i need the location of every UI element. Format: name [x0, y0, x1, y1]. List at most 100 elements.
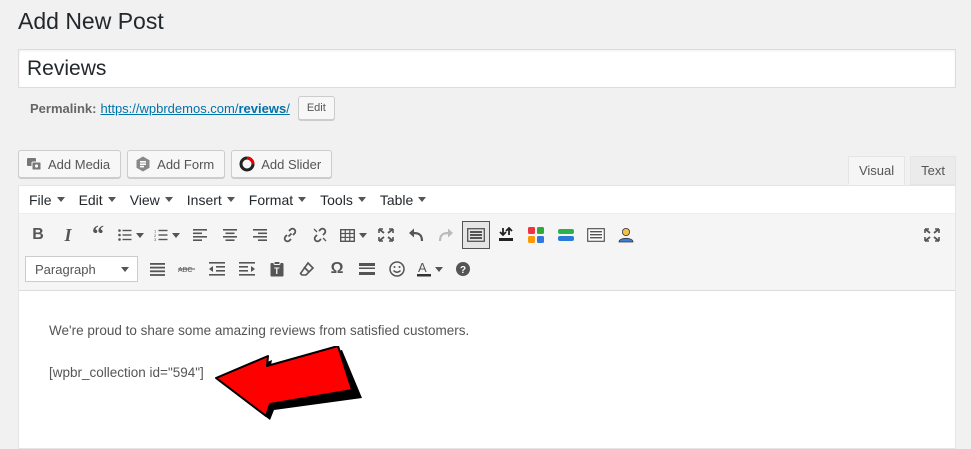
fullscreen-button[interactable]: [371, 220, 401, 250]
menu-format[interactable]: Format: [242, 192, 313, 208]
media-icon: [26, 156, 42, 172]
strikethrough-button[interactable]: ABC: [172, 254, 202, 284]
stacked-bars-button[interactable]: [551, 220, 581, 250]
form-icon: [135, 156, 151, 172]
content-shortcode: [wpbr_collection id="594"]: [49, 365, 204, 380]
remove-link-button[interactable]: [305, 220, 335, 250]
chevron-down-icon: [172, 232, 180, 238]
indent-button[interactable]: [232, 254, 262, 284]
clipboard-icon: T: [270, 261, 284, 277]
keyboard-shortcuts-button[interactable]: [352, 254, 382, 284]
align-right-button[interactable]: [245, 220, 275, 250]
user-button[interactable]: [611, 220, 641, 250]
editor-menubar: File Edit View Insert Format Tools Table: [19, 186, 955, 214]
chevron-down-icon: [107, 197, 116, 202]
add-form-label: Add Form: [157, 156, 215, 172]
omega-icon: Ω: [330, 260, 344, 277]
upload-download-icon: [499, 227, 513, 241]
code-block-icon: [359, 263, 375, 275]
clear-formatting-button[interactable]: [292, 254, 322, 284]
permalink-label: Permalink:: [30, 100, 97, 116]
outdent-button[interactable]: [202, 254, 232, 284]
svg-text:?: ?: [460, 265, 466, 276]
align-center-icon: [223, 229, 237, 241]
italic-button[interactable]: I: [53, 220, 83, 250]
link-icon: [283, 227, 297, 243]
blockquote-button[interactable]: “: [83, 220, 113, 250]
chevron-down-icon: [56, 197, 65, 202]
undo-icon: [409, 228, 424, 242]
keyboard-icon: [467, 228, 485, 242]
text-color-button[interactable]: A: [412, 254, 448, 284]
special-character-button[interactable]: Ω: [322, 254, 352, 284]
numbered-list-button[interactable]: 123: [149, 220, 185, 250]
bold-button[interactable]: B: [23, 220, 53, 250]
menu-view[interactable]: View: [123, 192, 180, 208]
align-left-button[interactable]: [185, 220, 215, 250]
menu-tools[interactable]: Tools: [313, 192, 373, 208]
toolbar-row-1: B I “ 123: [19, 218, 955, 252]
table-icon: [339, 228, 355, 242]
page-break-icon: [587, 228, 605, 242]
editor-tabs: Visual Text: [843, 156, 956, 185]
chevron-down-icon: [298, 197, 307, 202]
editor: File Edit View Insert Format Tools Table…: [18, 185, 956, 449]
post-title-input[interactable]: Reviews: [18, 49, 956, 88]
menu-table[interactable]: Table: [373, 192, 433, 208]
paste-as-text-button[interactable]: T: [262, 254, 292, 284]
add-form-button[interactable]: Add Form: [127, 150, 226, 178]
text-color-icon: A: [417, 261, 431, 277]
chevron-down-icon: [121, 266, 129, 272]
table-button[interactable]: [335, 220, 371, 250]
chevron-down-icon: [435, 266, 443, 272]
toolbar-toggle-button[interactable]: [462, 221, 490, 249]
emoji-button[interactable]: [382, 254, 412, 284]
slider-icon: [239, 156, 255, 172]
numbered-list-icon: 123: [154, 229, 168, 241]
distraction-free-button[interactable]: [917, 220, 947, 250]
menu-edit[interactable]: Edit: [72, 192, 123, 208]
align-right-icon: [253, 229, 267, 241]
add-media-button[interactable]: Add Media: [18, 150, 122, 178]
svg-text:3: 3: [154, 237, 157, 241]
add-slider-button[interactable]: Add Slider: [231, 150, 333, 178]
menu-file[interactable]: File: [22, 192, 72, 208]
chevron-down-icon: [164, 197, 173, 202]
page-break-button[interactable]: [581, 220, 611, 250]
indent-icon: [239, 262, 255, 276]
permalink-link[interactable]: https://wpbrdemos.com/reviews/: [100, 101, 289, 116]
insert-link-button[interactable]: [275, 220, 305, 250]
paragraph-format-select[interactable]: Paragraph: [25, 256, 138, 282]
svg-text:ABC: ABC: [178, 267, 192, 274]
undo-button[interactable]: [401, 220, 431, 250]
insert-more-button[interactable]: [491, 220, 521, 250]
stacked-bars-icon: [558, 229, 574, 241]
help-button[interactable]: ?: [448, 254, 478, 284]
editor-content[interactable]: We're proud to share some amazing review…: [19, 291, 955, 439]
outdent-icon: [209, 262, 225, 276]
redo-button[interactable]: [431, 220, 461, 250]
help-icon: ?: [456, 262, 470, 276]
tab-text[interactable]: Text: [910, 156, 956, 185]
permalink-row: Permalink: https://wpbrdemos.com/reviews…: [30, 96, 335, 120]
add-slider-label: Add Slider: [261, 156, 322, 172]
user-icon: [618, 228, 634, 243]
horizontal-line-button[interactable]: [142, 254, 172, 284]
colored-blocks-icon: [528, 227, 544, 243]
chevron-down-icon: [358, 232, 367, 238]
strikethrough-icon: ABC: [178, 267, 195, 274]
italic-icon: I: [64, 224, 72, 245]
chevron-down-icon: [136, 232, 144, 238]
bullet-list-button[interactable]: [113, 220, 149, 250]
tab-visual[interactable]: Visual: [847, 156, 906, 185]
menu-insert[interactable]: Insert: [180, 192, 242, 208]
colored-blocks-button[interactable]: [521, 220, 551, 250]
permalink-edit-button[interactable]: Edit: [297, 96, 335, 120]
smiley-icon: [389, 261, 405, 277]
fullscreen-icon: [378, 228, 394, 242]
eraser-icon: [299, 261, 315, 276]
align-center-button[interactable]: [215, 220, 245, 250]
content-paragraph: We're proud to share some amazing review…: [49, 323, 470, 338]
chevron-down-icon: [226, 197, 235, 202]
horizontal-line-icon: [149, 262, 165, 276]
